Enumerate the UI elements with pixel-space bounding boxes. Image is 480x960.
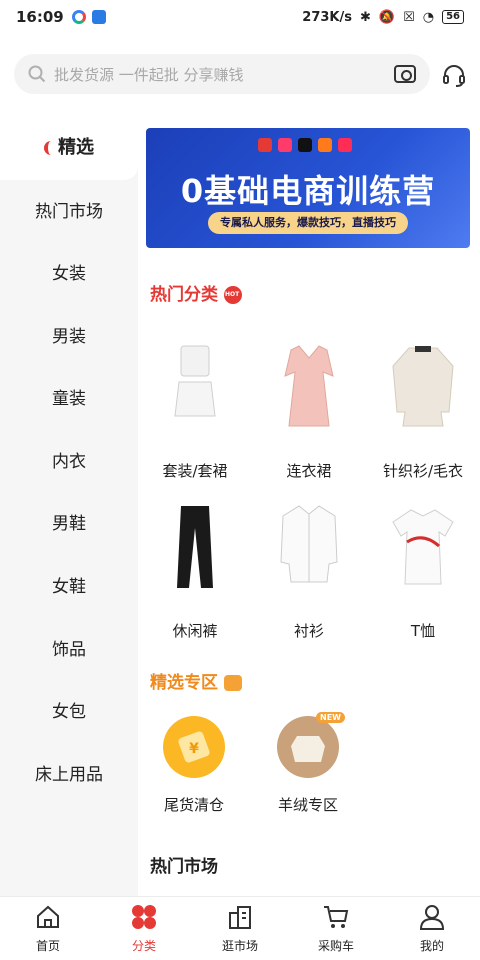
- sidebar-item-womens-shoes[interactable]: 女鞋: [0, 567, 138, 607]
- sidebar-item-label: 内衣: [52, 452, 86, 472]
- sidebar-item-label: 童装: [52, 389, 86, 409]
- category-item-dresses[interactable]: 连衣裙: [252, 342, 366, 481]
- bluetooth-icon: ✱: [359, 9, 371, 25]
- sidebar-item-label: 精选: [58, 137, 94, 158]
- sidebar-item-label: 热门市场: [35, 202, 103, 222]
- dress-image: [284, 345, 334, 427]
- sidebar-item-selected[interactable]: 精选: [0, 116, 138, 180]
- app-notification-icon: [91, 10, 106, 24]
- sidebar-item-mens[interactable]: 男装: [0, 317, 138, 357]
- tab-label: 首页: [35, 939, 60, 953]
- tab-label: 逛市场: [221, 939, 258, 953]
- main-content: 0基础电商训练营 专属私人服务，爆款技巧，直播技巧 热门分类 套装/套裙 连衣裙…: [138, 116, 480, 896]
- section-title-hot-categories: 热门分类: [150, 280, 242, 305]
- tab-label: 分类: [131, 939, 156, 953]
- kuaishou-logo-icon: [318, 138, 332, 152]
- tshirt-image: [392, 509, 454, 585]
- category-item-shirts[interactable]: 衬衫: [252, 502, 366, 641]
- category-item-tshirts[interactable]: T恤: [366, 502, 480, 641]
- customer-service-icon[interactable]: [442, 64, 466, 88]
- section-title-featured: 精选专区: [150, 668, 242, 693]
- tab-profile[interactable]: 我的: [384, 897, 480, 960]
- featured-label: 羊绒专区: [277, 796, 338, 814]
- section-title-hot-markets: 热门市场: [150, 857, 218, 877]
- bottom-tab-bar: 首页 分类 逛市场 采购车 我的: [0, 896, 480, 960]
- sweater-image: [392, 346, 454, 427]
- search-bar[interactable]: 批发货源 一件起批 分享赚钱: [14, 54, 430, 94]
- suit-skirt-image: [174, 345, 216, 417]
- market-building-icon: [229, 906, 251, 929]
- banner-subtitle: 专属私人服务，爆款技巧，直播技巧: [208, 212, 408, 234]
- category-icon: [132, 905, 156, 929]
- sidebar-item-bags[interactable]: 女包: [0, 692, 138, 732]
- category-label: T恤: [410, 622, 436, 640]
- clearance-tag-icon: ¥: [163, 716, 225, 778]
- pinduoduo-logo-icon: [278, 138, 292, 152]
- category-label: 针织衫/毛衣: [382, 462, 464, 480]
- sidebar-item-mens-shoes[interactable]: 男鞋: [0, 504, 138, 544]
- category-item-suits[interactable]: 套装/套裙: [138, 342, 252, 481]
- header: 批发货源 一件起批 分享赚钱: [0, 40, 480, 106]
- sidebar-item-label: 男鞋: [52, 514, 86, 534]
- network-speed: 273K/s: [302, 9, 352, 25]
- search-icon: [28, 65, 46, 83]
- mute-icon: 🔕: [378, 9, 396, 25]
- status-bar: 16:09 273K/s ✱ 🔕 ☒ ◔ 56: [0, 0, 480, 34]
- tab-label: 采购车: [317, 939, 354, 953]
- cashmere-sweater-icon: NEW: [277, 712, 345, 778]
- category-label: 套装/套裙: [162, 462, 228, 480]
- featured-item-clearance[interactable]: ¥ 尾货清仓: [144, 716, 244, 815]
- sidebar-item-bedding[interactable]: 床上用品: [0, 755, 138, 795]
- featured-label: 尾货清仓: [163, 796, 224, 814]
- taobao-logo-icon: [258, 138, 272, 152]
- pants-image: [177, 506, 213, 588]
- hot-flame-icon: [224, 286, 242, 304]
- section-title-text: 精选专区: [150, 673, 218, 693]
- tab-market[interactable]: 逛市场: [192, 897, 288, 960]
- camera-icon[interactable]: [394, 65, 416, 83]
- thumbs-up-icon: [224, 675, 242, 691]
- promo-banner[interactable]: 0基础电商训练营 专属私人服务，爆款技巧，直播技巧: [146, 128, 470, 248]
- xiaohongshu-logo-icon: [338, 138, 352, 152]
- cart-icon: [324, 906, 349, 928]
- category-label: 休闲裤: [172, 622, 218, 640]
- platform-logos: [258, 138, 352, 152]
- sidebar-item-accessories[interactable]: 饰品: [0, 630, 138, 670]
- tab-label: 我的: [419, 939, 444, 953]
- sidebar-item-label: 女包: [52, 702, 86, 722]
- sidebar-item-label: 女鞋: [52, 577, 86, 597]
- featured-item-cashmere[interactable]: NEW 羊绒专区: [258, 712, 358, 815]
- shirt-image: [280, 505, 338, 583]
- user-icon: [419, 905, 445, 930]
- sim-icon: ☒: [403, 9, 415, 25]
- category-item-knitwear[interactable]: 针织衫/毛衣: [366, 342, 480, 481]
- app-notification-icon: [71, 10, 86, 24]
- sidebar-item-label: 饰品: [52, 640, 86, 660]
- sidebar-item-label: 床上用品: [35, 765, 103, 785]
- sidebar-item-underwear[interactable]: 内衣: [0, 442, 138, 482]
- sidebar-item-label: 男装: [52, 327, 86, 347]
- battery-icon: 56: [442, 10, 464, 24]
- banner-title: 0基础电商训练营: [180, 172, 436, 210]
- tab-home[interactable]: 首页: [0, 897, 96, 960]
- search-input[interactable]: 批发货源 一件起批 分享赚钱: [54, 64, 394, 85]
- svg-text:¥: ¥: [189, 741, 199, 757]
- sidebar-item-womens[interactable]: 女装: [0, 254, 138, 294]
- sidebar-item-label: 女装: [52, 264, 86, 284]
- tab-cart[interactable]: 采购车: [288, 897, 384, 960]
- category-sidebar: 精选 热门市场 女装 男装 童装 内衣 男鞋 女鞋 饰品 女包 床上用品: [0, 116, 138, 896]
- category-label: 衬衫: [293, 622, 324, 640]
- douyin-logo-icon: [298, 138, 312, 152]
- sidebar-item-hot-markets[interactable]: 热门市场: [0, 192, 138, 232]
- section-title-text: 热门分类: [150, 285, 218, 305]
- active-indicator: [44, 141, 52, 155]
- home-icon: [37, 905, 59, 928]
- sidebar-item-kids[interactable]: 童装: [0, 379, 138, 419]
- tab-category[interactable]: 分类: [96, 897, 192, 960]
- new-badge: NEW: [316, 712, 345, 723]
- status-time: 16:09: [16, 8, 64, 26]
- category-label: 连衣裙: [286, 462, 332, 480]
- category-item-casual-pants[interactable]: 休闲裤: [138, 502, 252, 641]
- wifi-icon: ◔: [422, 9, 435, 25]
